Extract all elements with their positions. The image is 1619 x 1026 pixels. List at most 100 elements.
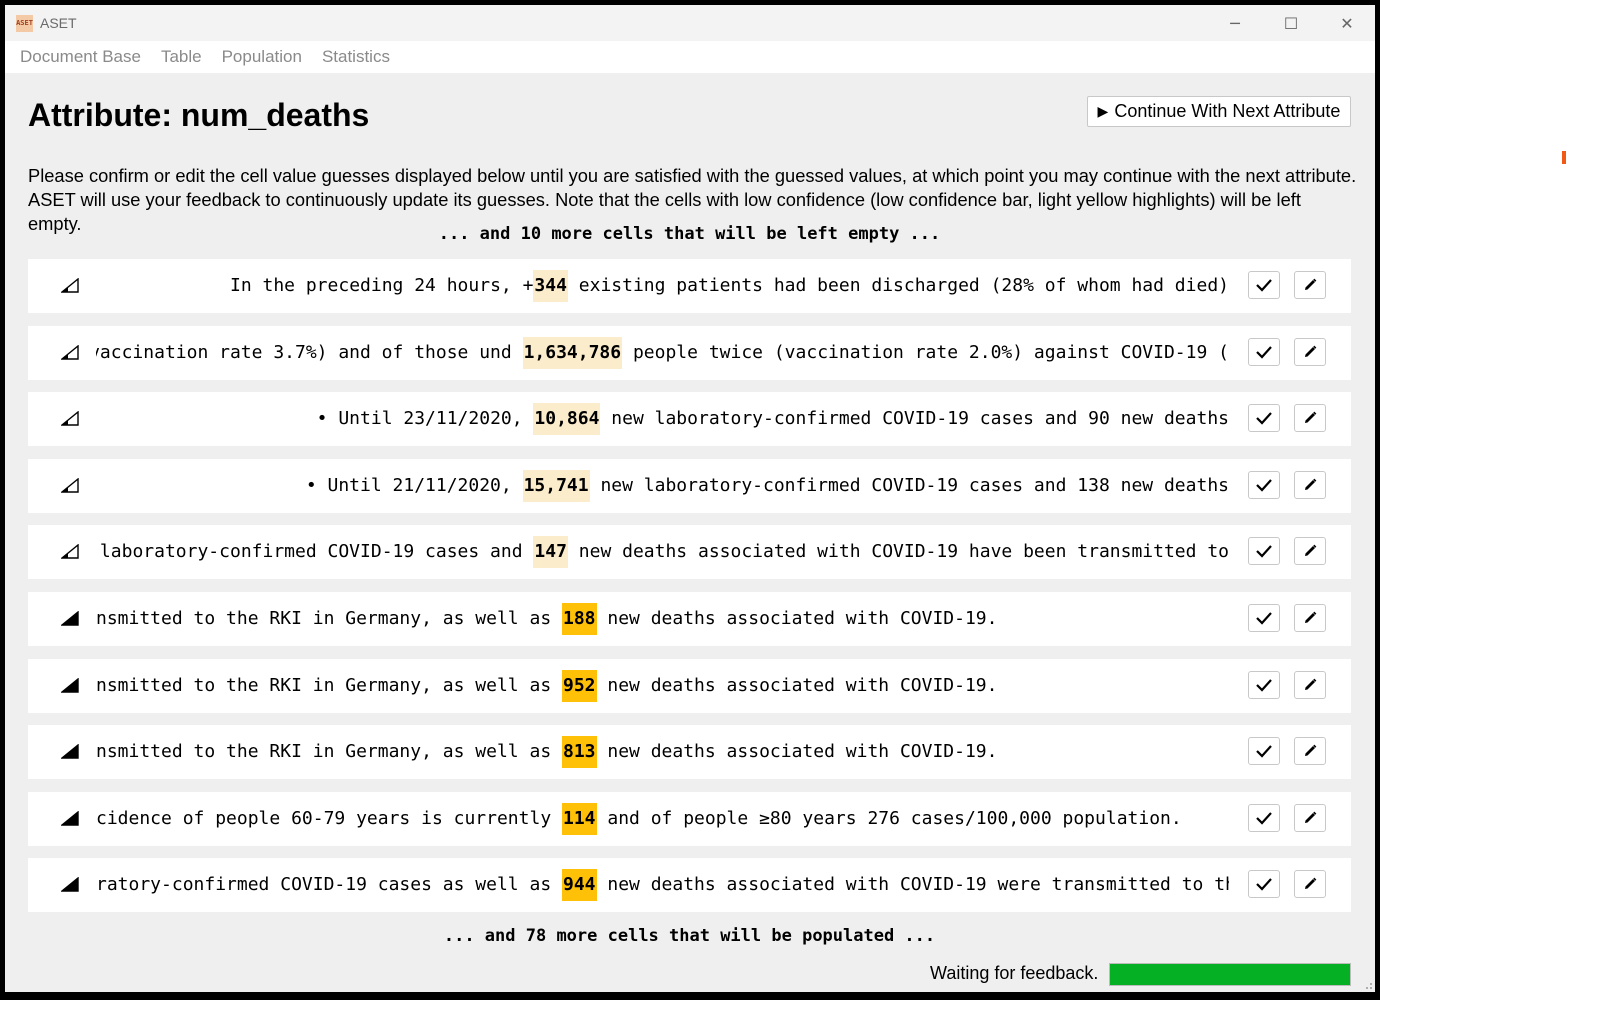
- cell-text-line: ew laboratory-confirmed COVID-19 cases a…: [96, 536, 1229, 569]
- cell-text-line: • Until 23/11/2020, 10,864 new laborator…: [316, 403, 1229, 436]
- low-confidence-icon: [61, 344, 79, 360]
- menu-population[interactable]: Population: [217, 47, 307, 67]
- cell-context-text: cidence of people 60-79 years is current…: [96, 792, 1229, 846]
- context-after: new deaths associated with COVID-19.: [596, 741, 998, 763]
- cell-value: 813: [562, 736, 597, 769]
- cell-text-line: nsmitted to the RKI in Germany, as well …: [96, 603, 997, 635]
- close-button[interactable]: ✕: [1319, 5, 1375, 41]
- menu-document-base[interactable]: Document Base: [15, 47, 146, 67]
- continue-next-attribute-button[interactable]: ▶ Continue With Next Attribute: [1087, 96, 1351, 127]
- menu-bar: Document Base Table Population Statistic…: [5, 41, 1375, 73]
- edit-button[interactable]: [1294, 470, 1326, 499]
- context-before: ew laboratory-confirmed COVID-19 cases a…: [96, 541, 534, 563]
- edit-button[interactable]: [1294, 537, 1326, 566]
- checkmark-icon: [1256, 745, 1272, 758]
- confirm-button[interactable]: [1248, 537, 1280, 566]
- cell-row: e (vaccination rate 3.7%) and of those u…: [28, 325, 1351, 380]
- edit-button[interactable]: [1294, 271, 1326, 299]
- cell-row: In the preceding 24 hours, +344 existing…: [28, 259, 1351, 313]
- cell-text-line: ratory-confirmed COVID-19 cases as well …: [96, 869, 1229, 902]
- pencil-icon: [1305, 811, 1317, 823]
- window-controls: ─ ☐ ✕: [1207, 5, 1375, 41]
- maximize-button[interactable]: ☐: [1263, 5, 1319, 41]
- pencil-icon: [1305, 545, 1317, 557]
- checkmark-icon: [1256, 812, 1272, 825]
- edit-button[interactable]: [1294, 404, 1326, 433]
- menu-table[interactable]: Table: [156, 47, 207, 67]
- context-after: and of people ≥80 years 276 cases/100,00…: [596, 807, 1182, 829]
- context-before: • Until 23/11/2020,: [316, 408, 534, 430]
- close-icon: ✕: [1340, 13, 1354, 33]
- checkmark-icon: [1256, 678, 1272, 692]
- confirm-button[interactable]: [1248, 737, 1280, 766]
- cell-row: • Until 21/11/2020, 15,741 new laborator…: [28, 458, 1351, 513]
- context-after: new deaths associated with COVID-19.: [596, 608, 998, 629]
- confirm-button[interactable]: [1248, 604, 1280, 632]
- cell-context-text: ratory-confirmed COVID-19 cases as well …: [96, 858, 1229, 912]
- context-after: new laboratory-confirmed COVID-19 cases …: [600, 408, 1229, 430]
- cell-context-text: nsmitted to the RKI in Germany, as well …: [96, 592, 1229, 646]
- progress-bar-fill: [1110, 964, 1350, 985]
- window-title: ASET: [40, 15, 77, 31]
- confirm-button[interactable]: [1248, 670, 1280, 699]
- pencil-icon: [1305, 478, 1317, 490]
- cell-value: 188: [562, 603, 597, 635]
- edit-button[interactable]: [1294, 803, 1326, 832]
- cell-text-line: nsmitted to the RKI in Germany, as well …: [96, 669, 997, 702]
- confirm-button[interactable]: [1248, 337, 1280, 366]
- low-confidence-icon: [61, 278, 79, 293]
- context-before: e (vaccination rate 3.7%) and of those u…: [96, 341, 523, 363]
- cell-row: ew laboratory-confirmed COVID-19 cases a…: [28, 525, 1351, 580]
- play-icon: ▶: [1097, 103, 1109, 119]
- confirm-button[interactable]: [1248, 803, 1280, 832]
- edit-button[interactable]: [1294, 870, 1326, 899]
- confirm-button[interactable]: [1248, 870, 1280, 899]
- resize-grip-icon[interactable]: [1363, 980, 1373, 990]
- confirm-button[interactable]: [1248, 404, 1280, 433]
- title-bar: ASET ASET ─ ☐ ✕: [5, 5, 1375, 41]
- edit-button[interactable]: [1294, 670, 1326, 699]
- cell-text-line: nsmitted to the RKI in Germany, as well …: [96, 736, 998, 769]
- maximize-icon: ☐: [1283, 13, 1299, 33]
- minimize-button[interactable]: ─: [1207, 5, 1263, 41]
- cell-context-text: In the preceding 24 hours, +344 existing…: [96, 259, 1229, 313]
- status-label: Waiting for feedback.: [930, 963, 1099, 983]
- edit-button[interactable]: [1294, 604, 1326, 632]
- context-after: new laboratory-confirmed COVID-19 cases …: [589, 474, 1229, 496]
- pencil-icon: [1305, 411, 1317, 424]
- context-before: nsmitted to the RKI in Germany, as well …: [96, 608, 562, 629]
- context-after: new deaths associated with COVID-19 were…: [596, 874, 1229, 896]
- high-confidence-icon: [61, 677, 79, 693]
- low-confidence-icon: [61, 411, 79, 426]
- cell-row: cidence of people 60-79 years is current…: [28, 791, 1351, 846]
- cell-row: • Until 23/11/2020, 10,864 new laborator…: [28, 392, 1351, 447]
- context-before: cidence of people 60-79 years is current…: [96, 807, 562, 829]
- app-window: ASET ASET ─ ☐ ✕ Document Base Table Popu…: [5, 5, 1375, 992]
- cell-value: 344: [533, 270, 568, 302]
- page-title: Attribute: num_deaths: [28, 97, 370, 133]
- confirm-button[interactable]: [1248, 470, 1280, 499]
- continue-button-label: Continue With Next Attribute: [1114, 101, 1341, 121]
- cell-text-line: • Until 21/11/2020, 15,741 new laborator…: [306, 469, 1229, 502]
- cell-value: 1,634,786: [522, 336, 623, 369]
- instructions-line-1: Please confirm or edit the cell value gu…: [28, 165, 1357, 186]
- pencil-icon: [1305, 278, 1317, 290]
- context-before: ratory-confirmed COVID-19 cases as well …: [96, 874, 562, 896]
- high-confidence-icon: [61, 744, 79, 759]
- checkmark-icon: [1256, 345, 1272, 359]
- checkmark-icon: [1256, 412, 1272, 425]
- checkmark-icon: [1256, 279, 1272, 292]
- checkmark-icon: [1256, 612, 1272, 625]
- menu-statistics[interactable]: Statistics: [317, 47, 395, 67]
- confirm-button[interactable]: [1248, 271, 1280, 299]
- cell-context-text: ew laboratory-confirmed COVID-19 cases a…: [96, 525, 1229, 579]
- checkmark-icon: [1256, 545, 1272, 558]
- cell-row: nsmitted to the RKI in Germany, as well …: [28, 725, 1351, 780]
- context-before: nsmitted to the RKI in Germany, as well …: [96, 674, 562, 696]
- cell-context-text: • Until 21/11/2020, 15,741 new laborator…: [96, 459, 1229, 513]
- edit-button[interactable]: [1294, 737, 1326, 766]
- edit-button[interactable]: [1294, 337, 1326, 366]
- cell-value: 147: [533, 536, 568, 569]
- cell-context-text: nsmitted to the RKI in Germany, as well …: [96, 725, 1229, 779]
- pencil-icon: [1305, 678, 1317, 690]
